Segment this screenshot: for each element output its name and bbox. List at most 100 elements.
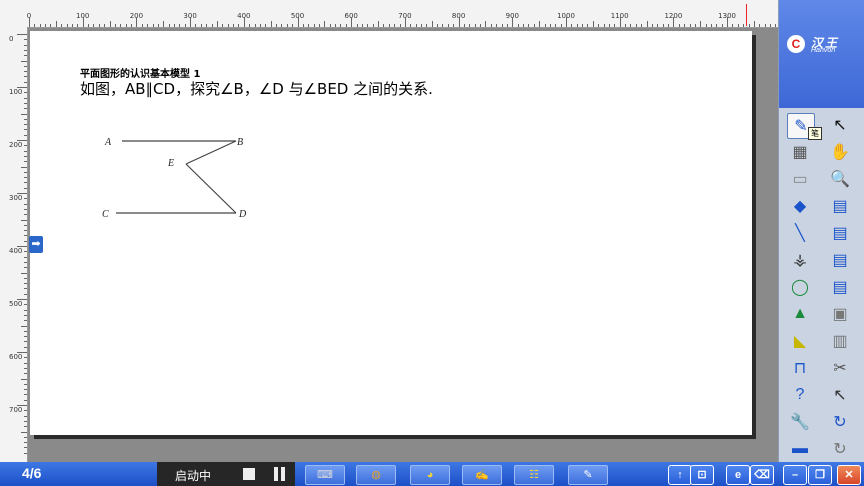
- ruler-tick: [184, 24, 186, 27]
- task-keyboard-icon[interactable]: ⌨: [305, 465, 345, 485]
- tooltip: 笔: [808, 127, 822, 140]
- delete-page-icon[interactable]: ▤: [827, 221, 853, 245]
- ruler-tick: [276, 24, 278, 27]
- ruler-tick: [24, 155, 27, 157]
- ruler-tick: [625, 24, 627, 27]
- ruler-tick: [571, 24, 573, 27]
- pause-button[interactable]: [273, 467, 286, 481]
- ruler-tick: [641, 24, 643, 27]
- ruler-tick: [233, 24, 235, 27]
- slide-page[interactable]: 平面图形的认识基本模型 1 如图，AB∥CD，探究∠B，∠D 与∠BED 之间的…: [30, 31, 752, 435]
- triangle-ruler-icon[interactable]: ◣: [787, 329, 813, 353]
- close-icon[interactable]: ✕: [837, 465, 861, 485]
- task-book-icon[interactable]: ☷: [514, 465, 554, 485]
- label-d: D: [238, 209, 247, 220]
- paint-bucket-icon[interactable]: ◆: [787, 194, 813, 218]
- tool-icon[interactable]: ⌫: [750, 465, 774, 485]
- ruler-tick: [120, 24, 122, 27]
- ruler-tick: [528, 24, 530, 27]
- ruler-tick: [24, 346, 27, 348]
- ruler-tick: [512, 17, 514, 27]
- ruler-tick: [24, 452, 27, 454]
- ruler-tick: [24, 161, 27, 163]
- scissors-icon[interactable]: ✂: [827, 356, 853, 380]
- lock-icon[interactable]: ⊡: [690, 465, 714, 485]
- ruler-tick: [66, 24, 68, 27]
- ruler-tick: [24, 97, 27, 99]
- compass-icon[interactable]: ⚶: [787, 248, 813, 272]
- segment-be: [185, 140, 237, 165]
- ruler-tick: [716, 24, 718, 27]
- eraser-icon[interactable]: ▭: [787, 167, 813, 191]
- ruler-left-label: 0: [9, 35, 14, 43]
- task-database-icon[interactable]: ◍: [356, 465, 396, 485]
- page-down-icon[interactable]: ▤: [827, 248, 853, 272]
- ruler-tick: [673, 17, 675, 27]
- magnifier-icon[interactable]: 🔍: [827, 167, 853, 191]
- task-write-icon[interactable]: ✍: [462, 465, 502, 485]
- select-area-icon[interactable]: ↖: [827, 383, 853, 407]
- status-panel: 启动中: [157, 462, 295, 486]
- ruler-tick: [286, 24, 288, 27]
- ruler-tick: [17, 405, 27, 406]
- new-page-icon[interactable]: ▤: [827, 194, 853, 218]
- folder-icon[interactable]: ▬: [787, 437, 813, 461]
- forward-icon[interactable]: ↻: [827, 437, 853, 461]
- stop-button[interactable]: [243, 468, 255, 480]
- settings-tool-icon[interactable]: 🔧: [787, 410, 813, 434]
- page-nav-arrow-icon[interactable]: ➡: [29, 236, 43, 253]
- ie-icon[interactable]: e: [726, 465, 750, 485]
- ruler-tick: [173, 24, 175, 27]
- ruler-tick: [24, 309, 27, 311]
- task-paint-icon[interactable]: ◕: [410, 465, 450, 485]
- ruler-tick: [485, 21, 487, 27]
- ruler-tick: [335, 24, 337, 27]
- ruler-tick: [24, 426, 27, 428]
- ruler-tick: [684, 24, 686, 27]
- 3d-shapes-icon[interactable]: ▲: [787, 302, 813, 326]
- ruler-top: 0 100 200 300 400 500 600 700 800 900 1000 1100 1200…: [0, 0, 778, 28]
- ruler-tick: [24, 304, 27, 306]
- minimize-icon[interactable]: –: [783, 465, 807, 485]
- ruler-tick: [24, 177, 27, 179]
- ruler-tick: [24, 55, 27, 57]
- ruler-tick: [351, 17, 353, 27]
- task-edit-icon[interactable]: ✎: [568, 465, 608, 485]
- ruler-tick: [270, 21, 272, 27]
- line-icon[interactable]: ╲: [787, 221, 813, 245]
- ruler-tick: [313, 24, 315, 27]
- ruler-tick: [431, 21, 433, 27]
- restore-icon[interactable]: ❐: [808, 465, 832, 485]
- fill-pattern-icon[interactable]: ▦: [787, 140, 813, 164]
- ruler-tick: [24, 145, 27, 147]
- ruler-tick: [378, 21, 380, 27]
- page-up-icon[interactable]: ▤: [827, 275, 853, 299]
- ruler-tick: [24, 447, 27, 449]
- ruler-tick: [190, 17, 192, 27]
- ruler-tick: [421, 24, 422, 27]
- ruler-tick: [24, 288, 27, 290]
- ruler-tick: [770, 24, 772, 27]
- ruler-tick: [345, 24, 347, 27]
- ruler-tick: [297, 17, 299, 27]
- ruler-tick: [24, 214, 27, 216]
- screenshot-icon[interactable]: ▣: [827, 302, 853, 326]
- ruler-tick: [24, 357, 27, 359]
- ruler-tick: [582, 24, 584, 27]
- hand-icon[interactable]: ✋: [827, 140, 853, 164]
- back-icon[interactable]: ↻: [827, 410, 853, 434]
- shapes-icon[interactable]: ◯: [787, 275, 813, 299]
- paste-icon[interactable]: ▥: [827, 329, 853, 353]
- help-icon[interactable]: ?: [787, 383, 813, 407]
- ruler-tick: [195, 24, 197, 27]
- ruler-tick: [24, 92, 27, 94]
- up-icon[interactable]: ↑: [668, 465, 692, 485]
- ruler-tick: [136, 17, 138, 27]
- brand-logo-icon: C: [787, 35, 805, 53]
- ruler-tick: [24, 320, 27, 322]
- ruler-tick: [24, 224, 27, 226]
- ruler-tick: [50, 24, 52, 27]
- pointer-icon[interactable]: ↖: [827, 113, 853, 137]
- protractor-icon[interactable]: ⊓: [787, 356, 813, 380]
- ruler-tick: [259, 24, 261, 27]
